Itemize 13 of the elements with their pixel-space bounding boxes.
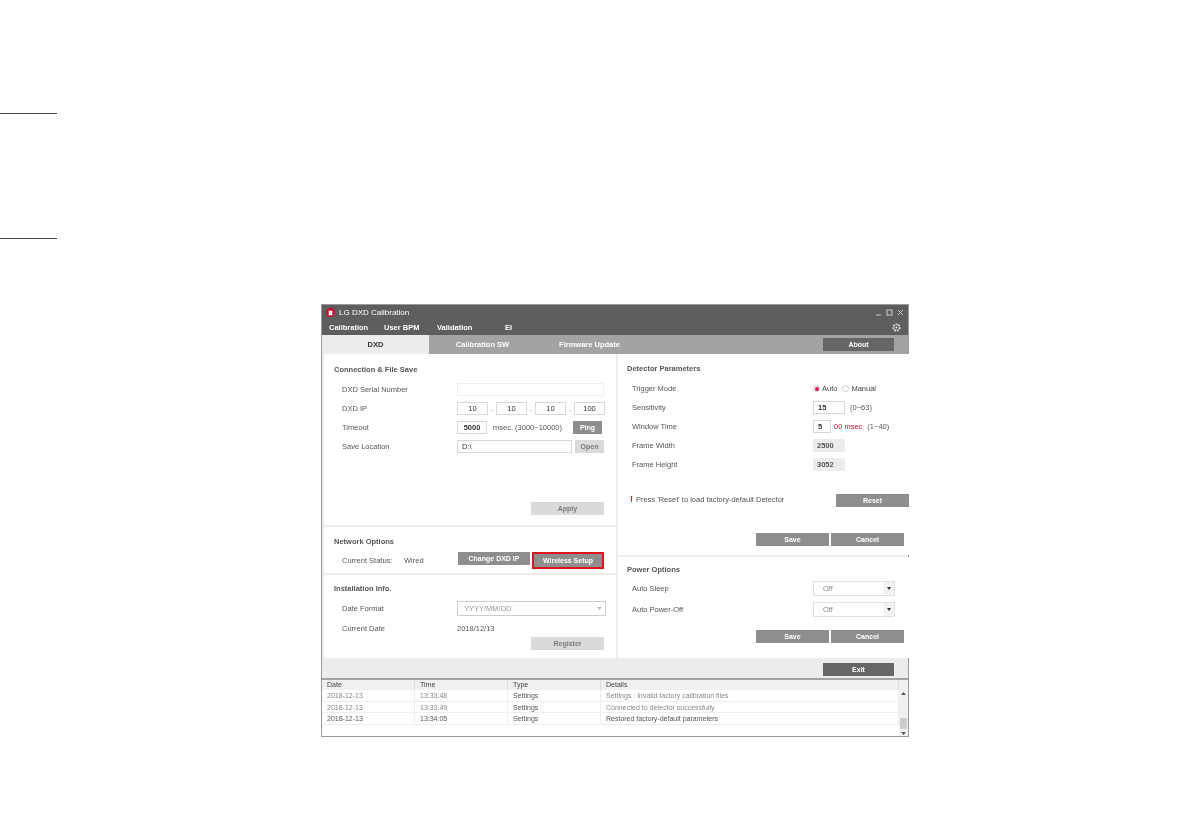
- scroll-down-icon[interactable]: [901, 732, 906, 735]
- scroll-up-icon[interactable]: [901, 692, 906, 695]
- scroll-thumb[interactable]: [900, 718, 907, 729]
- logo-icon: [326, 308, 335, 317]
- dropdown-arrow-icon: [887, 608, 891, 612]
- dropdown-arrow-icon: [597, 606, 602, 610]
- dropdown-arrow-icon: [887, 587, 891, 591]
- warning-mark: !: [630, 493, 633, 507]
- window-title: LG DXD Calibration: [339, 306, 410, 319]
- settings-icon[interactable]: [892, 323, 901, 332]
- close-icon[interactable]: [897, 309, 904, 316]
- maximize-icon[interactable]: [886, 309, 893, 316]
- scrollbar[interactable]: [899, 680, 908, 736]
